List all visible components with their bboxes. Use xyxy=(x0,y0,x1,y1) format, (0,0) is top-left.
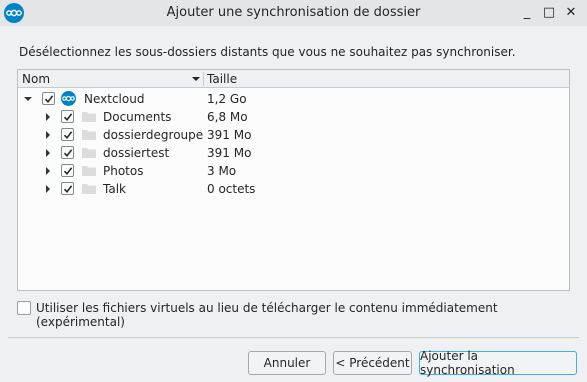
column-divider xyxy=(203,72,204,86)
expand-arrow-icon[interactable] xyxy=(46,167,50,175)
collapse-arrow-icon[interactable] xyxy=(24,97,32,101)
folder-checkbox[interactable] xyxy=(61,110,74,123)
maximize-button[interactable]: □ xyxy=(541,4,557,20)
virtual-files-label[interactable]: Utiliser les fichiers virtuels au lieu d… xyxy=(36,301,587,329)
tree-header: Nom Taille xyxy=(18,70,569,88)
sort-down-icon xyxy=(192,77,200,81)
expand-arrow-icon[interactable] xyxy=(46,149,50,157)
tree-item-name: Documents xyxy=(103,110,172,124)
folder-icon xyxy=(82,130,96,140)
tree-item-size: 391 Mo xyxy=(207,146,252,160)
tree-row[interactable]: Photos 3 Mo xyxy=(18,162,569,180)
tree-item-name: Nextcloud xyxy=(84,92,145,106)
tree-item-size: 391 Mo xyxy=(207,128,252,142)
folder-checkbox[interactable] xyxy=(61,182,74,195)
nextcloud-icon xyxy=(61,91,76,106)
instruction-text: Désélectionnez les sous-dossiers distant… xyxy=(19,45,516,59)
tree-row-root[interactable]: Nextcloud 1,2 Go xyxy=(18,90,569,108)
cancel-button[interactable]: Annuler xyxy=(248,351,326,375)
tree-item-name: Talk xyxy=(103,182,126,196)
divider xyxy=(8,337,579,338)
expand-arrow-icon[interactable] xyxy=(46,113,50,121)
virtual-files-checkbox[interactable] xyxy=(17,301,31,315)
expand-arrow-icon[interactable] xyxy=(46,185,50,193)
folder-tree[interactable]: Nom Taille Nextcloud 1,2 Go Documents 6,… xyxy=(17,69,570,291)
folder-checkbox[interactable] xyxy=(61,164,74,177)
column-header-size[interactable]: Taille xyxy=(207,72,237,86)
add-sync-button[interactable]: Ajouter la synchronisation xyxy=(419,349,577,377)
minimize-button[interactable]: _ xyxy=(519,4,535,20)
folder-checkbox[interactable] xyxy=(61,146,74,159)
title-bar: Ajouter une synchronisation de dossier _… xyxy=(0,0,587,26)
tree-row[interactable]: Talk 0 octets xyxy=(18,180,569,198)
tree-row[interactable]: Documents 6,8 Mo xyxy=(18,108,569,126)
tree-row[interactable]: dossierdegroupe 391 Mo xyxy=(18,126,569,144)
tree-item-size: 3 Mo xyxy=(207,164,237,178)
column-header-name[interactable]: Nom xyxy=(22,72,50,86)
tree-item-size: 6,8 Mo xyxy=(207,110,248,124)
folder-icon xyxy=(82,166,96,176)
folder-checkbox[interactable] xyxy=(61,128,74,141)
root-checkbox[interactable] xyxy=(42,92,55,105)
tree-row[interactable]: dossiertest 391 Mo xyxy=(18,144,569,162)
tree-item-size: 1,2 Go xyxy=(207,92,247,106)
previous-button[interactable]: < Précédent xyxy=(333,351,412,375)
expand-arrow-icon[interactable] xyxy=(46,131,50,139)
tree-item-name: dossierdegroupe xyxy=(103,128,204,142)
folder-icon xyxy=(82,184,96,194)
folder-icon xyxy=(82,112,96,122)
tree-item-size: 0 octets xyxy=(207,182,256,196)
folder-icon xyxy=(82,148,96,158)
window-title: Ajouter une synchronisation de dossier xyxy=(166,5,421,20)
tree-item-name: Photos xyxy=(103,164,144,178)
close-button[interactable]: ✕ xyxy=(563,4,579,20)
tree-item-name: dossiertest xyxy=(103,146,170,160)
